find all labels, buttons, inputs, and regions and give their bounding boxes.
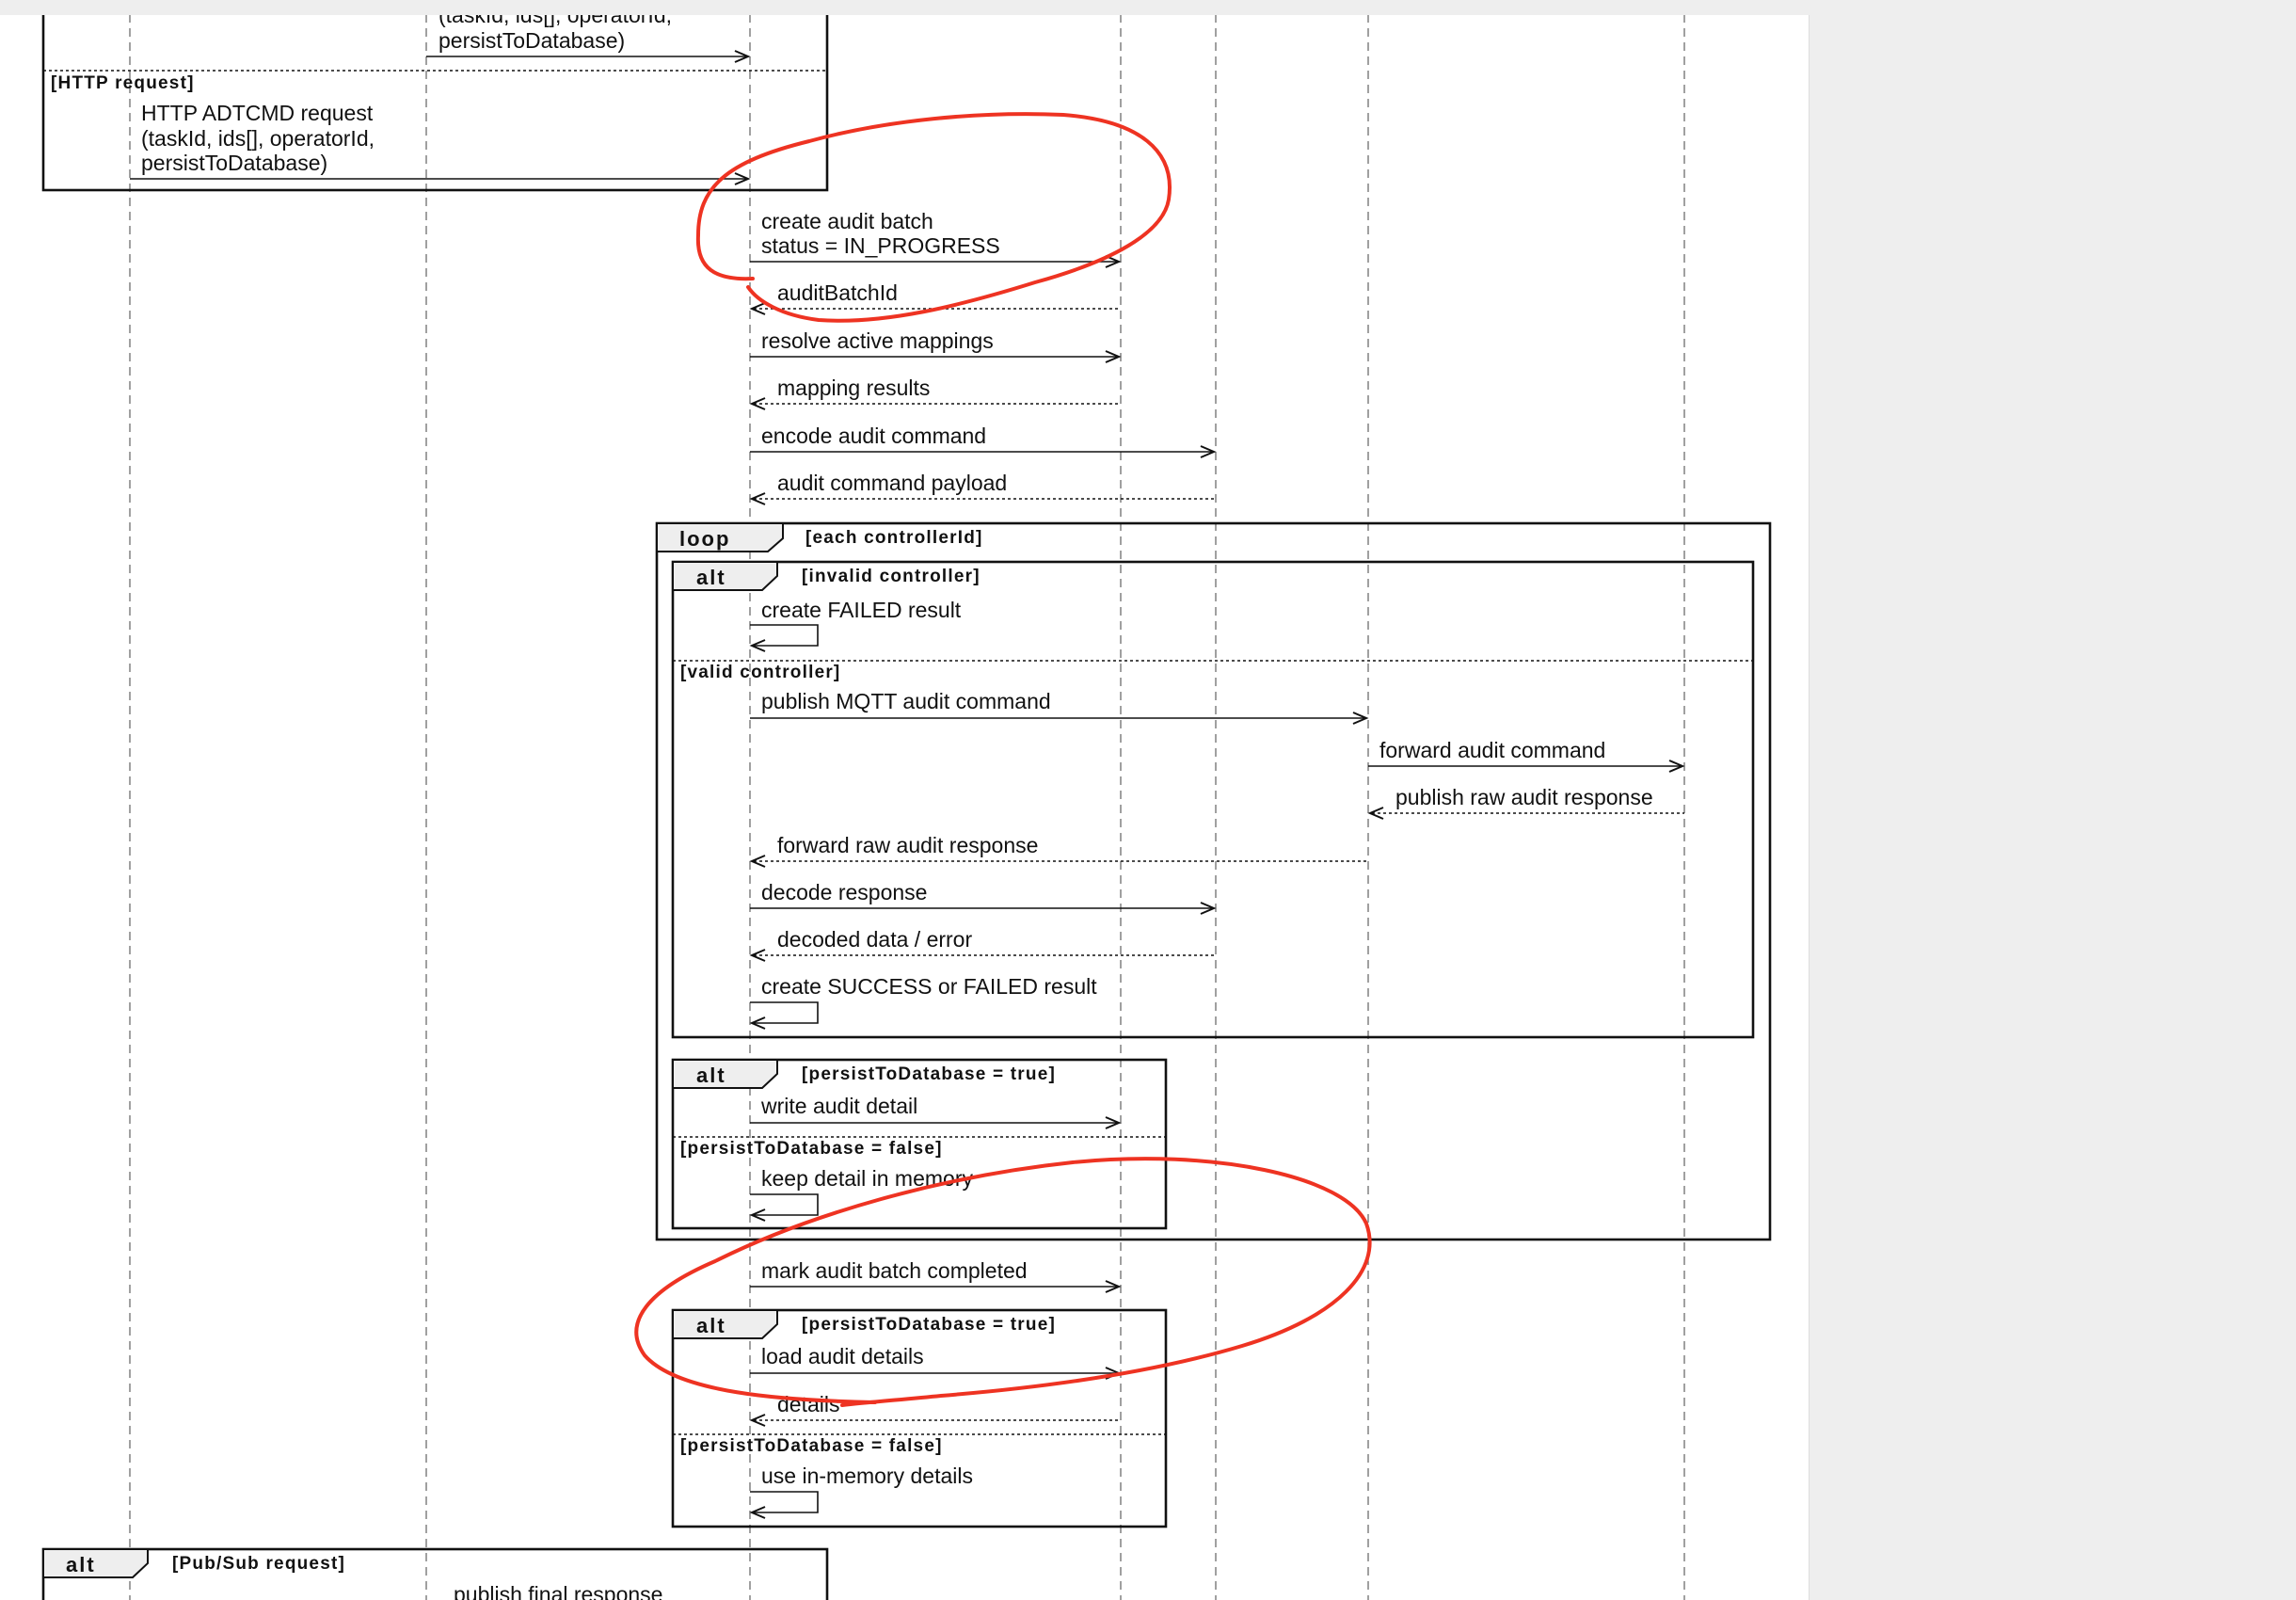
create-result-label: create SUCCESS or FAILED result — [761, 974, 1097, 999]
fragment-loop[interactable]: loop [each controllerId] alt [invalid co… — [655, 521, 1772, 1241]
right-side-panel — [1809, 15, 2296, 1600]
alt-load-condition: [persistToDatabase = true] — [802, 1315, 1056, 1335]
message-mark-completed: mark audit batch completed — [750, 1258, 1122, 1293]
load-persist-false-condition: [persistToDatabase = false] — [680, 1436, 943, 1456]
write-detail-label: write audit detail — [760, 1094, 917, 1118]
use-memory-label: use in-memory details — [761, 1464, 973, 1488]
return-command-payload: audit command payload — [749, 471, 1216, 505]
loop-keyword: loop — [679, 527, 730, 551]
http-message-line-2: (taskId, ids[], operatorId, — [141, 126, 375, 151]
alt-pubsub-keyword: alt — [66, 1553, 96, 1576]
command-payload-label: audit command payload — [777, 471, 1007, 495]
details-label: details — [777, 1392, 839, 1416]
forward-raw-label: forward raw audit response — [777, 833, 1038, 857]
encode-command-label: encode audit command — [761, 424, 986, 448]
top-message-line-2: persistToDatabase) — [438, 28, 625, 53]
condition-http-request: [HTTP request] — [51, 73, 195, 93]
persist-false-condition: [persistToDatabase = false] — [680, 1139, 943, 1159]
publish-mqtt-label: publish MQTT audit command — [761, 689, 1051, 713]
create-batch-line-2: status = IN_PROGRESS — [761, 233, 1000, 258]
sequence-diagram[interactable]: (taskId, ids[], operatorId, persistToDat… — [0, 0, 1809, 1600]
decoded-data-label: decoded data / error — [777, 927, 972, 952]
create-batch-line-1: create audit batch — [761, 209, 933, 233]
alt-persist-condition: [persistToDatabase = true] — [802, 1064, 1056, 1084]
fragment-alt-pubsub[interactable]: alt [Pub/Sub request] publish final resp… — [41, 1547, 829, 1600]
fragment-alt-request-type[interactable]: (taskId, ids[], operatorId, persistToDat… — [41, 0, 829, 192]
fragment-alt-persist[interactable]: alt [persistToDatabase = true] write aud… — [671, 1058, 1168, 1230]
resolve-mappings-label: resolve active mappings — [761, 328, 994, 353]
alt-controller-condition: [invalid controller] — [802, 567, 981, 586]
top-message-line-1: (taskId, ids[], operatorId, — [438, 3, 672, 27]
decode-response-label: decode response — [761, 880, 927, 904]
fragment-alt-load[interactable]: alt [persistToDatabase = true] load audi… — [671, 1308, 1168, 1528]
create-failed-label: create FAILED result — [761, 598, 962, 622]
loop-condition: [each controllerId] — [805, 528, 983, 548]
publish-raw-label: publish raw audit response — [1395, 785, 1653, 809]
return-mapping-results: mapping results — [749, 376, 1121, 410]
alt-pubsub-condition: [Pub/Sub request] — [172, 1554, 345, 1574]
http-message-line-3: persistToDatabase) — [141, 151, 327, 175]
fragment-alt-controller[interactable]: alt [invalid controller] create FAILED r… — [671, 560, 1755, 1039]
message-encode-command: encode audit command — [750, 424, 1217, 458]
forward-command-label: forward audit command — [1379, 738, 1605, 762]
message-create-audit-batch: create audit batch status = IN_PROGRESS — [750, 209, 1122, 268]
valid-controller-condition: [valid controller] — [680, 663, 840, 682]
message-resolve-mappings: resolve active mappings — [750, 328, 1122, 363]
keep-memory-label: keep detail in memory — [761, 1166, 973, 1191]
http-message-line-1: HTTP ADTCMD request — [141, 101, 374, 125]
alt-load-keyword: alt — [696, 1314, 726, 1337]
annotation-marks — [634, 112, 1372, 1407]
alt-persist-keyword: alt — [696, 1064, 726, 1087]
mark-completed-label: mark audit batch completed — [761, 1258, 1028, 1283]
audit-batch-id-label: auditBatchId — [777, 280, 898, 305]
alt-pubsub-frame — [41, 1547, 829, 1600]
mapping-results-label: mapping results — [777, 376, 930, 400]
alt-load-frame — [671, 1308, 1168, 1528]
publish-final-label: publish final response — [454, 1582, 662, 1600]
load-details-label: load audit details — [761, 1344, 924, 1368]
alt-controller-keyword: alt — [696, 566, 726, 589]
